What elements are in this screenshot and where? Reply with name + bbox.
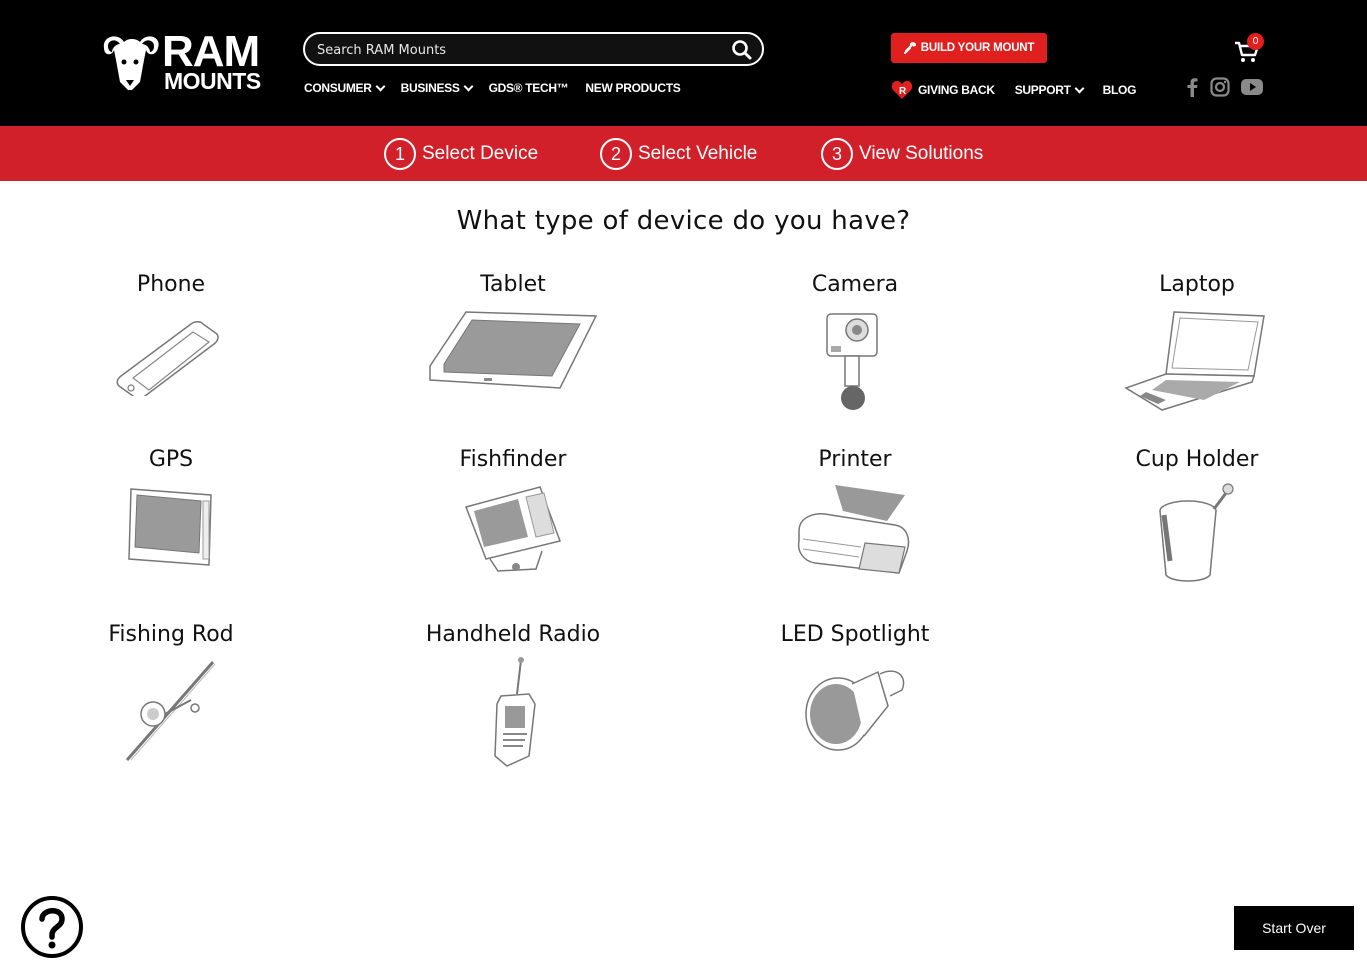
step-select-device[interactable]: 1 Select Device	[384, 138, 538, 170]
device-label: Cup Holder	[1135, 447, 1259, 472]
device-laptop[interactable]: Laptop	[1067, 272, 1327, 414]
camera-icon	[826, 313, 878, 410]
youtube-icon[interactable]	[1240, 77, 1264, 97]
device-label: Handheld Radio	[425, 622, 601, 647]
step-label: View Solutions	[859, 143, 984, 164]
tablet-icon	[429, 311, 598, 389]
logo-mounts-text: MOUNTS	[164, 68, 261, 94]
nav-blog[interactable]: BLOG	[1102, 83, 1137, 97]
nav-support-label: SUPPORT	[1014, 83, 1071, 97]
main-nav: CONSUMER BUSINESS GDS® TECH™ NEW PRODUCT…	[304, 80, 698, 96]
step-select-vehicle[interactable]: 2 Select Vehicle	[600, 138, 757, 170]
step-number: 2	[600, 138, 632, 170]
device-label: Tablet	[480, 272, 546, 297]
device-fishfinder[interactable]: Fishfinder	[383, 447, 643, 575]
step-view-solutions[interactable]: 3 View Solutions	[821, 138, 983, 170]
step-label: Select Vehicle	[638, 143, 758, 164]
facebook-icon[interactable]	[1185, 77, 1199, 97]
nav-new-products-label: NEW PRODUCTS	[585, 81, 681, 95]
device-label: Phone	[136, 272, 206, 297]
device-tablet[interactable]: Tablet	[383, 272, 643, 396]
secondary-nav: R GIVING BACK SUPPORT BLOG	[891, 80, 1156, 100]
chevron-down-icon	[375, 81, 386, 91]
build-your-mount-button[interactable]: BUILD YOUR MOUNT	[891, 33, 1047, 63]
nav-business-label: BUSINESS	[400, 81, 460, 95]
device-printer[interactable]: Printer	[725, 447, 985, 581]
device-label: Camera	[811, 272, 899, 297]
printer-icon	[797, 485, 910, 574]
nav-business[interactable]: BUSINESS	[400, 80, 474, 96]
device-gps[interactable]: GPS	[41, 447, 301, 575]
heart-logo-icon: R	[891, 80, 913, 99]
device-handheld-radio[interactable]: Handheld Radio	[383, 622, 643, 768]
device-label: Fishing Rod	[108, 622, 234, 647]
device-led-spotlight[interactable]: LED Spotlight	[725, 622, 985, 756]
cup-holder-icon	[1159, 483, 1234, 582]
device-fishing-rod[interactable]: Fishing Rod	[41, 622, 301, 764]
search-icon[interactable]	[731, 39, 753, 61]
instagram-icon[interactable]	[1210, 77, 1230, 97]
help-icon[interactable]	[20, 895, 84, 959]
device-phone[interactable]: Phone	[41, 272, 301, 396]
nav-giving-back-label: GIVING BACK	[918, 83, 995, 97]
nav-blog-label: BLOG	[1102, 83, 1137, 97]
step-label: Select Device	[422, 143, 539, 164]
nav-new-products[interactable]: NEW PRODUCTS	[585, 80, 680, 96]
led-spotlight-icon	[805, 670, 905, 751]
svg-text:R: R	[899, 86, 907, 97]
device-cup-holder[interactable]: Cup Holder	[1067, 447, 1327, 589]
handheld-radio-icon	[494, 657, 536, 767]
device-label: LED Spotlight	[780, 622, 930, 647]
device-camera[interactable]: Camera	[725, 272, 985, 414]
laptop-icon	[1124, 311, 1265, 411]
search-input[interactable]	[317, 40, 717, 60]
nav-support[interactable]: SUPPORT	[1014, 83, 1085, 97]
fishing-rod-icon	[125, 661, 216, 761]
chevron-down-icon	[1074, 83, 1085, 93]
nav-consumer-label: CONSUMER	[304, 81, 372, 95]
ram-mounts-logo[interactable]: RAM MOUNTS	[98, 30, 283, 94]
device-label: Fishfinder	[459, 447, 567, 472]
build-your-mount-label: BUILD YOUR MOUNT	[920, 42, 1035, 54]
gps-icon	[128, 488, 212, 566]
step-number: 1	[384, 138, 416, 170]
phone-icon	[116, 321, 219, 396]
logo-ram-text: RAM	[162, 27, 260, 76]
device-label: Laptop	[1159, 272, 1235, 297]
chevron-down-icon	[463, 81, 474, 91]
start-over-button[interactable]: Start Over	[1234, 906, 1354, 950]
fishfinder-icon	[465, 486, 561, 572]
nav-gds-tech[interactable]: GDS® TECH™	[489, 80, 569, 96]
page-title: What type of device do you have?	[456, 206, 911, 236]
ram-head-icon	[103, 36, 159, 90]
nav-consumer[interactable]: CONSUMER	[304, 80, 386, 96]
cart-count-badge: 0	[1247, 33, 1264, 50]
nav-gds-tech-label: GDS® TECH™	[488, 81, 569, 95]
step-number: 3	[821, 138, 853, 170]
nav-giving-back[interactable]: R GIVING BACK	[891, 80, 995, 100]
device-label: Printer	[818, 447, 892, 472]
device-label: GPS	[148, 447, 194, 472]
site-header: RAM MOUNTS CONSUMER BUSINESS GDS® TECH™ …	[0, 0, 1367, 126]
search-bar	[303, 32, 764, 66]
wrench-icon	[903, 42, 916, 54]
